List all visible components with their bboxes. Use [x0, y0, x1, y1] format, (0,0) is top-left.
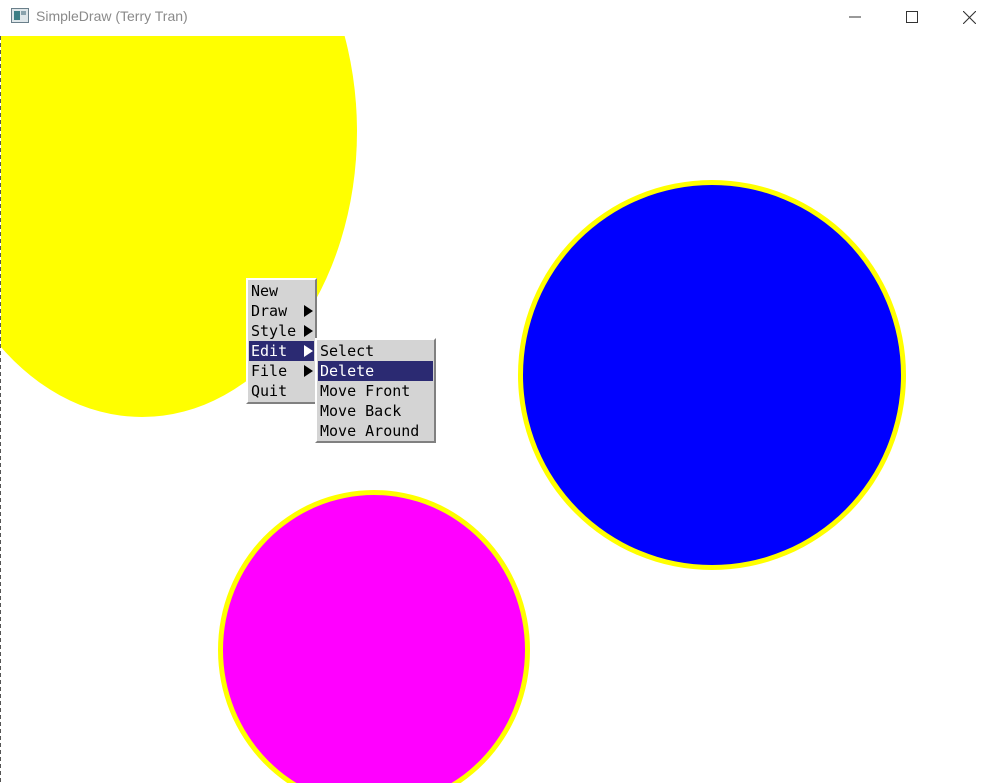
submenu-item-move-around[interactable]: Move Around [318, 421, 433, 441]
close-button[interactable] [940, 0, 998, 34]
app-window-icon[interactable] [11, 8, 29, 23]
submenu-item-label: Move Front [320, 382, 411, 400]
magenta-circle[interactable] [218, 490, 530, 783]
menu-item-label: Style [251, 322, 297, 340]
submenu-item-select[interactable]: Select [318, 341, 433, 361]
close-icon [962, 10, 976, 24]
window-title: SimpleDraw (Terry Tran) [36, 8, 188, 24]
edit-submenu: Select Delete Move Front Move Back Move … [315, 338, 436, 443]
submenu-item-move-back[interactable]: Move Back [318, 401, 433, 421]
submenu-item-delete[interactable]: Delete [318, 361, 433, 381]
menu-item-label: Edit [251, 342, 288, 360]
blue-circle[interactable] [518, 180, 906, 570]
submenu-arrow-icon [304, 305, 313, 317]
submenu-item-label: Select [320, 342, 375, 360]
title-bar: SimpleDraw (Terry Tran) [0, 0, 998, 34]
drawing-canvas[interactable] [0, 36, 998, 783]
menu-item-new[interactable]: New [249, 281, 314, 301]
submenu-item-move-front[interactable]: Move Front [318, 381, 433, 401]
menu-item-label: Draw [251, 302, 288, 320]
submenu-arrow-icon [304, 365, 313, 377]
minimize-button[interactable] [826, 0, 884, 34]
submenu-arrow-icon [304, 345, 313, 357]
minimize-icon [849, 16, 861, 18]
menu-item-label: New [251, 282, 279, 300]
menu-item-label: File [251, 362, 288, 380]
menu-item-draw[interactable]: Draw [249, 301, 314, 321]
context-menu: New Draw Style Edit File Quit [246, 278, 317, 404]
submenu-item-label: Move Back [320, 402, 402, 420]
submenu-item-label: Move Around [320, 422, 420, 440]
window-left-edge [0, 36, 1, 783]
submenu-arrow-icon [304, 325, 313, 337]
menu-item-label: Quit [251, 382, 288, 400]
maximize-button[interactable] [883, 0, 941, 34]
menu-item-quit[interactable]: Quit [249, 381, 314, 401]
submenu-item-label: Delete [320, 362, 375, 380]
menu-item-edit[interactable]: Edit [249, 341, 314, 361]
maximize-icon [906, 11, 918, 23]
menu-item-file[interactable]: File [249, 361, 314, 381]
menu-item-style[interactable]: Style [249, 321, 314, 341]
